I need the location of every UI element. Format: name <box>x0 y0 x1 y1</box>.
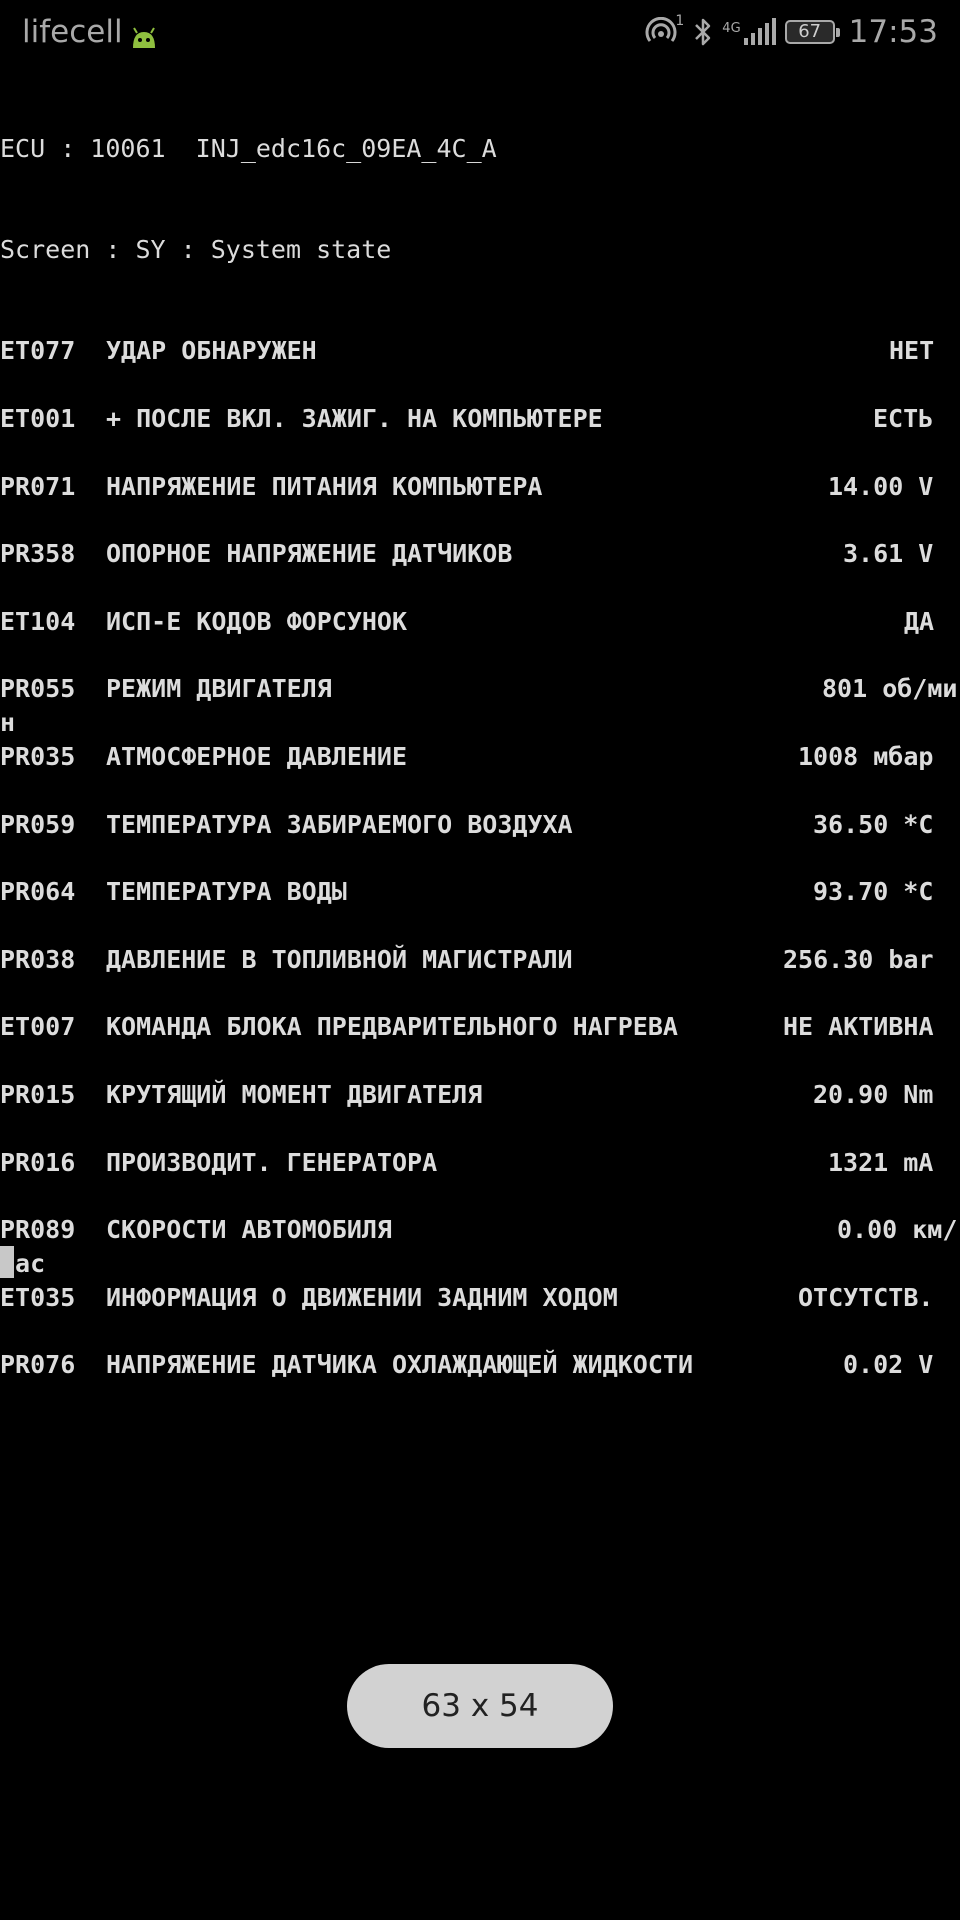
parameter-code: ET035 <box>0 1282 76 1312</box>
parameter-row: ET077 УДАР ОБНАРУЖЕН НЕТ <box>0 334 960 402</box>
parameter-label: ОПОРНОЕ НАПРЯЖЕНИЕ ДАТЧИКОВ <box>106 539 513 569</box>
parameter-code: PR016 <box>0 1147 76 1177</box>
ecu-line: ECU : 10061 INJ_edc16c_09EA_4C_A <box>0 133 497 163</box>
parameter-code: ET104 <box>0 606 76 636</box>
terminal-cursor <box>0 1246 14 1278</box>
parameter-row: PR035 АТМОСФЕРНОЕ ДАВЛЕНИЕ 1008 мбар <box>0 740 960 808</box>
parameter-label: ИСП-Е КОДОВ ФОРСУНОК <box>106 606 408 636</box>
parameter-row: PR038 ДАВЛЕНИЕ В ТОПЛИВНОЙ МАГИСТРАЛИ 256.… <box>0 943 960 1011</box>
network-type-label: 4G <box>722 21 741 36</box>
parameter-code: PR089 <box>0 1215 76 1245</box>
parameter-row: PR076 НАПРЯЖЕНИЕ ДАТЧИКА ОХЛАЖДАЮЩЕЙ ЖИДК… <box>0 1348 960 1416</box>
parameter-row: ET035 ИНФОРМАЦИЯ О ДВИЖЕНИИ ЗАДНИМ ХОДОМ О… <box>0 1281 960 1349</box>
parameter-row: PR358 ОПОРНОЕ НАПРЯЖЕНИЕ ДАТЧИКОВ 3.61 V <box>0 537 960 605</box>
parameter-value: ОТСУТСТВ. <box>798 1282 934 1312</box>
terminal-output[interactable]: ECU : 10061 INJ_edc16c_09EA_4C_A Screen … <box>0 64 960 1450</box>
parameter-value: НЕ АКТИВНА <box>783 1012 934 1042</box>
signal-icon <box>743 18 777 46</box>
parameter-code: PR059 <box>0 809 76 839</box>
bluetooth-icon <box>692 17 714 47</box>
parameter-row: ET104 ИСП-Е КОДОВ ФОРСУНОК ДА <box>0 605 960 673</box>
parameter-row: PR064 ТЕМПЕРАТУРА ВОДЫ 93.70 *C <box>0 875 960 943</box>
parameter-value: 20.90 Nm <box>813 1079 934 1109</box>
battery-level: 67 <box>798 21 822 42</box>
screen-line: Screen : SY : System state <box>0 234 392 264</box>
sim-slot-label: 1 <box>675 13 685 29</box>
status-bar: lifecell 1 4G 67 17:53 <box>0 0 960 64</box>
parameter-value: 1321 mA <box>828 1147 934 1177</box>
parameter-value: ЕСТЬ <box>873 403 934 433</box>
parameter-row: PR071 НАПРЯЖЕНИЕ ПИТАНИЯ КОМПЬЮТЕРА 14.00 … <box>0 470 960 538</box>
parameter-value: 801 об/ми <box>822 674 958 704</box>
parameter-label: УДАР ОБНАРУЖЕН <box>106 336 317 366</box>
parameter-code: PR071 <box>0 471 76 501</box>
parameter-code: PR358 <box>0 539 76 569</box>
parameter-code: PR035 <box>0 741 76 771</box>
battery-icon: 67 <box>784 20 840 44</box>
parameter-value: 93.70 *C <box>813 877 934 907</box>
parameter-label: ДАВЛЕНИЕ В ТОПЛИВНОЙ МАГИСТРАЛИ <box>106 944 573 974</box>
parameter-value: 36.50 *C <box>813 809 934 839</box>
carrier-area: lifecell <box>22 10 159 54</box>
parameter-label: ИНФОРМАЦИЯ О ДВИЖЕНИИ ЗАДНИМ ХОДОМ <box>106 1282 618 1312</box>
parameter-code: PR015 <box>0 1079 76 1109</box>
carrier-name: lifecell <box>22 14 123 50</box>
parameter-row: PR015 КРУТЯЩИЙ МОМЕНТ ДВИГАТЕЛЯ 20.90 Nm <box>0 1078 960 1146</box>
parameter-row: PR089 СКОРОСТИ АВТОМОБИЛЯ 0.00 км/час <box>0 1213 960 1281</box>
parameter-value: 0.00 км/ <box>837 1215 958 1245</box>
parameter-row: PR059 ТЕМПЕРАТУРА ЗАБИРАЕМОГО ВОЗДУХА 36.5… <box>0 808 960 876</box>
parameter-row: ET007 КОМАНДА БЛОКА ПРЕДВАРИТЕЛЬНОГО НАГР… <box>0 1010 960 1078</box>
parameter-label: НАПРЯЖЕНИЕ ДАТЧИКА ОХЛАЖДАЮЩЕЙ ЖИДКОСТИ <box>106 1350 693 1380</box>
parameter-value: 0.02 V <box>843 1350 934 1380</box>
parameter-value: 1008 мбар <box>798 741 934 771</box>
clock: 17:53 <box>848 14 938 50</box>
parameter-code: ET077 <box>0 336 76 366</box>
parameter-label: + ПОСЛЕ ВКЛ. ЗАЖИГ. НА КОМПЬЮТЕРЕ <box>106 403 603 433</box>
parameter-row: PR055 РЕЖИМ ДВИГАТЕЛЯ 801 об/ми н <box>0 672 960 740</box>
parameter-row: PR016 ПРОИЗВОДИТ. ГЕНЕРАТОРА 1321 mA <box>0 1146 960 1214</box>
parameter-list: ET077 УДАР ОБНАРУЖЕН НЕТ ET001 + ПОСЛЕ ВКЛ. … <box>0 334 960 1416</box>
parameter-label: ТЕМПЕРАТУРА ВОДЫ <box>106 877 347 907</box>
android-notification-icon <box>129 18 159 48</box>
parameter-label: НАПРЯЖЕНИЕ ПИТАНИЯ КОМПЬЮТЕРА <box>106 471 543 501</box>
parameter-value-wrap: н <box>0 708 16 738</box>
toast-text: 63 x 54 <box>421 1688 539 1724</box>
parameter-value: 14.00 V <box>828 471 934 501</box>
network-signal: 4G <box>722 18 776 46</box>
parameter-code: PR076 <box>0 1350 76 1380</box>
status-icons: 1 4G 67 17:53 <box>644 10 938 54</box>
parameter-label: РЕЖИМ ДВИГАТЕЛЯ <box>106 674 332 704</box>
hotspot-icon: 1 <box>644 13 684 47</box>
parameter-label: КОМАНДА БЛОКА ПРЕДВАРИТЕЛЬНОГО НАГРЕВА <box>106 1012 678 1042</box>
parameter-row: ET001 + ПОСЛЕ ВКЛ. ЗАЖИГ. НА КОМПЬЮТЕРЕ ЕС… <box>0 402 960 470</box>
parameter-code: PR055 <box>0 674 76 704</box>
parameter-value: НЕТ <box>889 336 935 366</box>
parameter-label: ПРОИЗВОДИТ. ГЕНЕРАТОРА <box>106 1147 438 1177</box>
parameter-value: 256.30 bar <box>783 944 934 974</box>
parameter-label: ТЕМПЕРАТУРА ЗАБИРАЕМОГО ВОЗДУХА <box>106 809 573 839</box>
parameter-code: ET001 <box>0 403 76 433</box>
parameter-code: PR038 <box>0 944 76 974</box>
parameter-value: 3.61 V <box>843 539 934 569</box>
parameter-code: ET007 <box>0 1012 76 1042</box>
parameter-label: КРУТЯЩИЙ МОМЕНТ ДВИГАТЕЛЯ <box>106 1079 483 1109</box>
parameter-label: СКОРОСТИ АВТОМОБИЛЯ <box>106 1215 392 1245</box>
parameter-value: ДА <box>904 606 935 636</box>
parameter-code: PR064 <box>0 877 76 907</box>
terminal-size-toast: 63 x 54 <box>347 1664 613 1748</box>
parameter-label: АТМОСФЕРНОЕ ДАВЛЕНИЕ <box>106 741 408 771</box>
